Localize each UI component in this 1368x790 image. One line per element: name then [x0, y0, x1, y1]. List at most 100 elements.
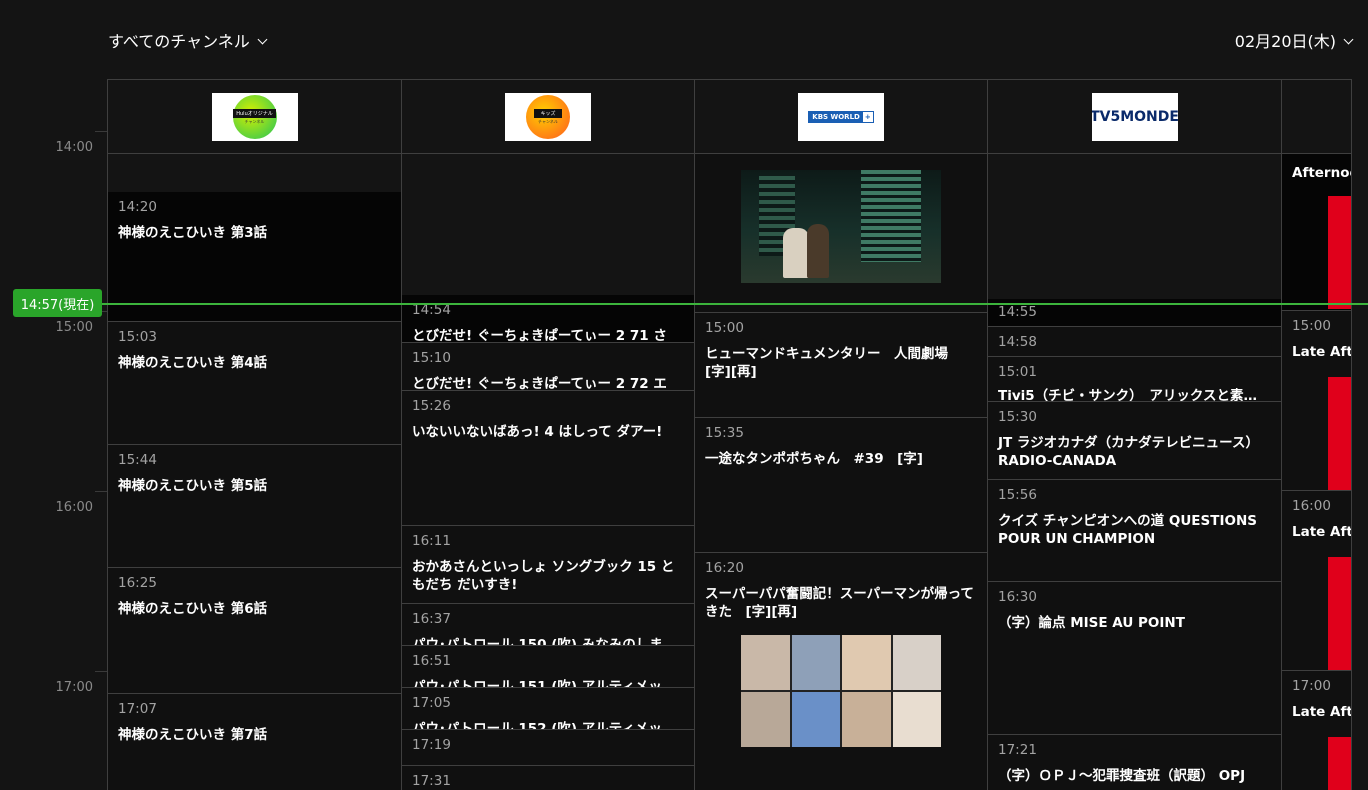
channel-logo: TV5MONDE — [1091, 93, 1178, 141]
channel-header[interactable]: キッズ チャンネル — [402, 79, 694, 154]
program-title: クイズ チャンピオンへの道 QUESTIONS POUR UN CHAMPION — [998, 513, 1257, 547]
empty-slot — [108, 154, 401, 192]
program-time: 15:10 — [412, 350, 451, 366]
program-title: スーパーパパ奮闘記！スーパーマンが帰ってきた [字][再] — [705, 586, 974, 620]
current-time-line — [100, 303, 1368, 305]
program-title: いないいないばあっ! 4 はしって ダアー! — [412, 424, 663, 440]
program-cell[interactable]: Afternoon — [1282, 154, 1351, 311]
program-cell[interactable]: 17:21 （字）ＯＰＪ～犯罪捜査班（訳題） OPJ — [988, 735, 1281, 790]
program-time: 16:51 — [412, 653, 451, 669]
program-cell[interactable]: 17:07 神様のえこひいき 第7話 — [108, 694, 401, 790]
program-cell[interactable]: 15:01 Tivi5（チビ・サンク） アリックスと素… — [988, 357, 1281, 402]
chevron-down-icon — [1343, 34, 1354, 45]
empty-slot — [402, 154, 694, 295]
program-title: パウ･パトロール 151 (吹) アルティメッ… — [412, 679, 676, 688]
date-selector-dropdown[interactable]: 02月20日(木) — [1234, 28, 1354, 52]
program-cell[interactable]: 16:30 （字）論点 MISE AU POINT — [988, 582, 1281, 735]
program-cell[interactable] — [695, 154, 987, 313]
program-title: 神様のえこひいき 第4話 — [118, 355, 268, 371]
program-cell[interactable]: 16:20 スーパーパパ奮闘記！スーパーマンが帰ってきた [字][再] — [695, 553, 987, 790]
program-title: とびだせ! ぐーちょきぱーてぃー 2 71 さ — [412, 328, 667, 343]
program-time: 16:37 — [412, 611, 451, 627]
program-time: 15:26 — [412, 398, 451, 414]
channel-filter-label: すべてのチャンネル — [108, 32, 250, 51]
program-time: 15:01 — [998, 364, 1037, 380]
program-time: 17:21 — [998, 742, 1037, 758]
logo-text: TV5MONDE — [1091, 109, 1178, 125]
program-time: 15:44 — [118, 452, 157, 468]
program-time: 17:19 — [412, 737, 451, 753]
time-label: 17:00 — [55, 680, 93, 695]
program-cell[interactable]: 15:03 神様のえこひいき 第4話 — [108, 322, 401, 445]
program-cell[interactable]: 16:00 Late Afternoon — [1282, 491, 1351, 671]
program-cell[interactable]: 14:58 — [988, 327, 1281, 357]
logo-text: Huluオリジナル — [233, 109, 276, 118]
program-title: Afternoon — [1292, 165, 1351, 181]
logo-subtext: チャンネル — [538, 119, 558, 124]
channel-header[interactable]: Huluオリジナル チャンネル — [108, 79, 401, 154]
program-title: 神様のえこひいき 第3話 — [118, 225, 268, 241]
epg-grid: Huluオリジナル チャンネル 14:20 神様のえこひいき 第3話 15:03… — [107, 79, 1368, 790]
program-cell[interactable]: 15:26 いないいないばあっ! 4 はしって ダアー! — [402, 391, 694, 526]
program-time: 15:35 — [705, 425, 744, 441]
channel-column: キッズ チャンネル 14:54 とびだせ! ぐーちょきぱーてぃー 2 71 さ … — [401, 79, 694, 790]
time-label: 16:00 — [55, 500, 93, 515]
chevron-down-icon — [257, 34, 268, 45]
program-cell[interactable]: 16:37 パウ･パトロール 150 (吹) みなみのしま… — [402, 604, 694, 646]
program-time: 16:30 — [998, 589, 1037, 605]
program-cell[interactable]: 15:00 ヒューマンドキュメンタリー 人間劇場 [字][再] — [695, 313, 987, 418]
channel-logo: キッズ チャンネル — [505, 93, 591, 141]
program-thumbnail — [741, 170, 941, 283]
channel-logo: Huluオリジナル チャンネル — [211, 93, 298, 141]
program-time: 14:58 — [998, 334, 1037, 350]
channel-logo: KBS WORLD + — [798, 93, 884, 141]
program-title: とびだせ! ぐーちょきぱーてぃー 2 72 エ — [412, 376, 667, 391]
program-cell[interactable]: 17:31 — [402, 766, 694, 790]
program-cell[interactable]: 17:00 Late Afternoon — [1282, 671, 1351, 790]
program-title: Late Afternoon — [1292, 704, 1351, 720]
program-cell[interactable]: 17:05 パウ･パトロール 152 (吹) アルティメッ… — [402, 688, 694, 730]
program-cell[interactable]: 15:44 神様のえこひいき 第5話 — [108, 445, 401, 568]
logo-text: KBS WORLD — [809, 112, 863, 122]
channel-column: Huluオリジナル チャンネル 14:20 神様のえこひいき 第3話 15:03… — [107, 79, 401, 790]
program-time: 16:20 — [705, 560, 744, 576]
program-cell[interactable]: 16:25 神様のえこひいき 第6話 — [108, 568, 401, 694]
channel-header[interactable]: KBS WORLD + — [695, 79, 987, 154]
logo-text: キッズ — [534, 109, 562, 118]
program-cell[interactable]: 15:56 クイズ チャンピオンへの道 QUESTIONS POUR UN CH… — [988, 480, 1281, 582]
program-cell[interactable]: 17:19 — [402, 730, 694, 766]
program-time: 15:30 — [998, 409, 1037, 425]
current-time-badge: 14:57(現在) — [13, 289, 102, 317]
program-time: 15:03 — [118, 329, 157, 345]
program-thumbnail — [1328, 557, 1351, 670]
program-title: パウ･パトロール 152 (吹) アルティメッ… — [412, 721, 676, 730]
program-title: 神様のえこひいき 第6話 — [118, 601, 268, 617]
program-time: 17:00 — [1292, 678, 1331, 694]
channel-header[interactable]: TV5MONDE — [988, 79, 1281, 154]
channel-filter-dropdown[interactable]: すべてのチャンネル — [108, 28, 268, 52]
channel-header[interactable] — [1282, 79, 1351, 154]
program-title: Late Afternoon — [1292, 344, 1351, 360]
program-cell[interactable]: 16:11 おかあさんといっしょ ソングブック 15 ともだち だいすき! — [402, 526, 694, 604]
empty-slot — [988, 154, 1281, 299]
program-cell[interactable]: 15:00 Late Afternoon — [1282, 311, 1351, 491]
program-time: 17:07 — [118, 701, 157, 717]
program-title: パウ･パトロール 150 (吹) みなみのしま… — [412, 637, 677, 646]
program-title: JT ラジオカナダ（カナダテレビニュース） RADIO-CANADA — [998, 435, 1259, 469]
program-cell[interactable]: 15:30 JT ラジオカナダ（カナダテレビニュース） RADIO-CANADA — [988, 402, 1281, 480]
program-time: 16:25 — [118, 575, 157, 591]
program-title: 神様のえこひいき 第5話 — [118, 478, 268, 494]
program-time: 16:11 — [412, 533, 451, 549]
program-thumbnail — [1328, 196, 1351, 309]
program-time: 15:00 — [705, 320, 744, 336]
time-tick — [95, 671, 107, 672]
program-time: 16:00 — [1292, 498, 1331, 514]
program-cell[interactable]: 16:51 パウ･パトロール 151 (吹) アルティメッ… — [402, 646, 694, 688]
program-cell[interactable]: 15:10 とびだせ! ぐーちょきぱーてぃー 2 72 エ — [402, 343, 694, 391]
program-title: おかあさんといっしょ ソングブック 15 ともだち だいすき! — [412, 559, 675, 593]
date-label: 02月20日(木) — [1234, 32, 1336, 51]
program-cell[interactable]: 15:35 一途なタンポポちゃん #39 [字] — [695, 418, 987, 553]
logo-subtext: チャンネル — [244, 119, 265, 124]
program-time: 14:55 — [998, 304, 1037, 320]
program-thumbnail — [741, 635, 941, 747]
